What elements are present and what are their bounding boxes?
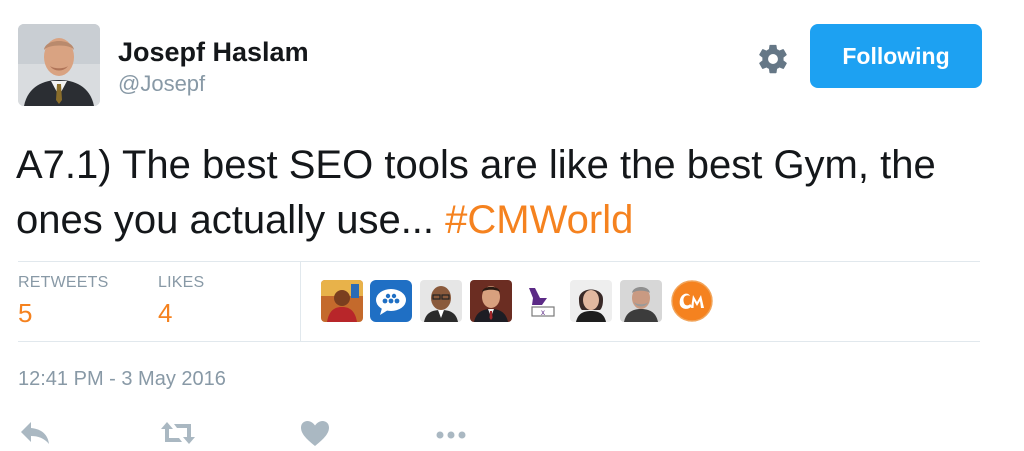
liker-avatar-6[interactable]	[570, 280, 612, 322]
retweets-label: RETWEETS	[18, 274, 109, 291]
liker-avatar-5[interactable]: x	[520, 280, 562, 322]
tweet-text: A7.1) The best SEO tools are like the be…	[16, 138, 1006, 248]
stats-bottom-divider	[18, 341, 980, 342]
hashtag-link[interactable]: #CMWorld	[445, 198, 633, 242]
liker-avatar-4[interactable]	[470, 280, 512, 322]
gear-icon[interactable]	[756, 42, 790, 76]
likes-label: LIKES	[158, 274, 205, 291]
tweet-timestamp[interactable]: 12:41 PM - 3 May 2016	[18, 368, 226, 391]
tweet-stats: RETWEETS 5 LIKES 4 x	[18, 262, 980, 342]
tweet-header: Josepf Haslam @Josepf Following	[18, 24, 982, 106]
liker-avatar-2[interactable]	[370, 280, 412, 322]
stats-separator	[300, 262, 301, 342]
retweets-count: 5	[18, 298, 33, 328]
more-icon[interactable]	[433, 418, 469, 448]
liker-avatar-7[interactable]	[620, 280, 662, 322]
liker-avatar-8[interactable]	[671, 280, 713, 322]
like-icon[interactable]	[299, 418, 331, 448]
reply-icon[interactable]	[18, 418, 52, 448]
liker-avatar-1[interactable]	[321, 280, 363, 322]
author-handle[interactable]: @Josepf	[118, 70, 309, 98]
retweet-icon[interactable]	[159, 418, 197, 448]
author-names: Josepf Haslam @Josepf	[118, 36, 309, 98]
tweet-actions	[18, 418, 478, 448]
author-name[interactable]: Josepf Haslam	[118, 36, 309, 68]
likes-count: 4	[158, 298, 173, 328]
liker-avatar-3[interactable]	[420, 280, 462, 322]
following-button[interactable]: Following	[810, 24, 982, 88]
svg-text:x: x	[541, 308, 545, 317]
likes-stat[interactable]: LIKES 4	[158, 274, 204, 329]
author-avatar[interactable]	[18, 24, 100, 106]
retweets-stat[interactable]: RETWEETS 5	[18, 274, 109, 329]
